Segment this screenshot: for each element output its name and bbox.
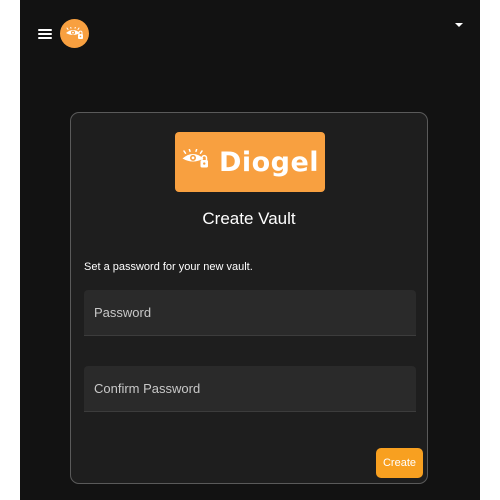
confirm-password-field: [84, 366, 416, 412]
create-button[interactable]: Create: [376, 448, 423, 478]
instruction-text: Set a password for your new vault.: [84, 261, 253, 273]
caret-down-icon[interactable]: [452, 18, 466, 32]
brand-name: Diogel: [218, 146, 320, 178]
hamburger-menu-icon[interactable]: [36, 26, 54, 42]
page-title: Create Vault: [202, 209, 296, 228]
confirm-password-input[interactable]: [84, 366, 416, 411]
app-window: Diogel Create Vault Set a password for y…: [20, 0, 480, 500]
brand-banner: Diogel: [175, 132, 325, 192]
password-field: [84, 290, 416, 336]
create-vault-card: Diogel Create Vault Set a password for y…: [70, 112, 428, 484]
password-input[interactable]: [84, 290, 416, 335]
diogel-brand-icon: [181, 148, 211, 176]
diogel-logo-icon: [60, 19, 89, 48]
top-bar: [20, 0, 480, 70]
